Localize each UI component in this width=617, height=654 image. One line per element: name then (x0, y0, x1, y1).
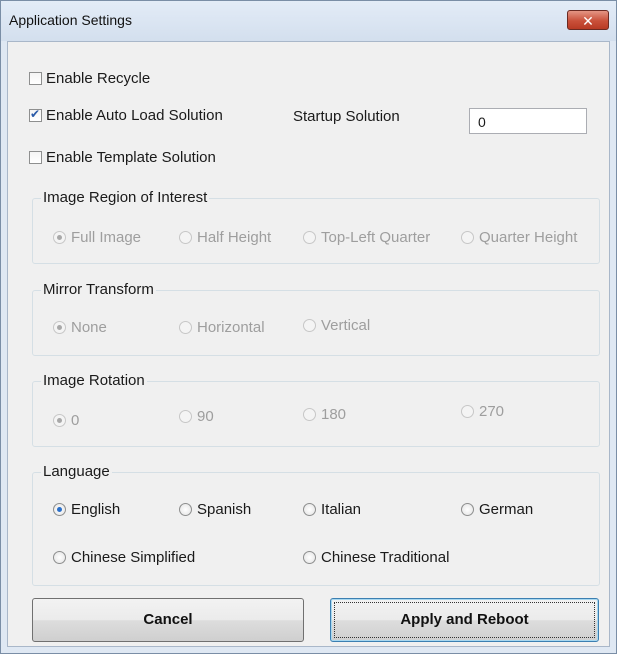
enable-recycle-label: Enable Recycle (46, 70, 151, 87)
radio-button[interactable] (461, 503, 474, 516)
mirror-group-title: Mirror Transform (41, 281, 156, 298)
enable-template-checkbox[interactable]: Enable Template Solution (29, 149, 216, 166)
radio-label: None (71, 319, 107, 336)
apply-and-reboot-button[interactable]: Apply and Reboot (330, 598, 599, 642)
radio-label: 0 (71, 412, 80, 429)
rotation-option-90[interactable]: 90 (179, 408, 214, 425)
window-title: Application Settings (9, 12, 132, 28)
radio-button[interactable] (303, 503, 316, 516)
enable-auto-load-checkbox[interactable]: Enable Auto Load Solution (29, 107, 223, 124)
radio-label: English (71, 501, 121, 518)
language-option-chinese-traditional[interactable]: Chinese Traditional (303, 549, 449, 566)
radio-label: Full Image (71, 229, 142, 246)
title-bar[interactable]: Application Settings ✕ (1, 1, 616, 41)
rotation-option-0[interactable]: 0 (53, 412, 79, 429)
radio-label: 90 (197, 408, 214, 425)
radio-button[interactable] (53, 231, 66, 244)
roi-option-quarter-height[interactable]: Quarter Height (461, 229, 577, 246)
radio-label: Quarter Height (479, 229, 578, 246)
close-button[interactable]: ✕ (567, 10, 609, 30)
checkbox-box[interactable] (29, 151, 42, 164)
roi-option-half-height[interactable]: Half Height (179, 229, 271, 246)
enable-auto-load-label: Enable Auto Load Solution (46, 107, 223, 124)
language-option-english[interactable]: English (53, 501, 120, 518)
rotation-option-270[interactable]: 270 (461, 403, 504, 420)
language-group: Language English Spanish Italian German … (32, 463, 600, 586)
radio-button[interactable] (179, 231, 192, 244)
checkbox-box[interactable] (29, 72, 42, 85)
radio-button[interactable] (179, 321, 192, 334)
rotation-group: Image Rotation 0 90 180 270 (32, 372, 600, 447)
startup-solution-input[interactable]: 0 (469, 108, 587, 134)
radio-label: Horizontal (197, 319, 265, 336)
radio-label: Vertical (321, 317, 371, 334)
language-group-title: Language (41, 463, 112, 480)
rotation-group-title: Image Rotation (41, 372, 147, 389)
apply-and-reboot-label: Apply and Reboot (400, 611, 529, 628)
startup-solution-label: Startup Solution (293, 108, 400, 125)
roi-group-title: Image Region of Interest (41, 189, 210, 206)
dialog-body: Enable Recycle Enable Auto Load Solution… (7, 41, 610, 647)
radio-label: Spanish (197, 501, 252, 518)
language-option-italian[interactable]: Italian (303, 501, 361, 518)
mirror-option-vertical[interactable]: Vertical (303, 317, 370, 334)
radio-button[interactable] (179, 503, 192, 516)
language-option-chinese-simplified[interactable]: Chinese Simplified (53, 549, 195, 566)
mirror-group: Mirror Transform None Horizontal Vertica… (32, 281, 600, 356)
language-option-spanish[interactable]: Spanish (179, 501, 251, 518)
cancel-button[interactable]: Cancel (32, 598, 304, 642)
radio-label: 270 (479, 403, 505, 420)
enable-template-label: Enable Template Solution (46, 149, 216, 166)
radio-label: Italian (321, 501, 362, 518)
checkbox-box[interactable] (29, 107, 42, 122)
mirror-option-none[interactable]: None (53, 319, 107, 336)
radio-button[interactable] (461, 405, 474, 418)
radio-label: Top-Left Quarter (321, 229, 431, 246)
radio-button[interactable] (53, 551, 66, 564)
radio-button[interactable] (303, 319, 316, 332)
radio-label: 180 (321, 406, 347, 423)
radio-label: Half Height (197, 229, 272, 246)
radio-button[interactable] (303, 408, 316, 421)
radio-button[interactable] (303, 231, 316, 244)
radio-button[interactable] (53, 414, 66, 427)
radio-button[interactable] (303, 551, 316, 564)
roi-group: Image Region of Interest Full Image Half… (32, 189, 600, 264)
roi-option-top-left-quarter[interactable]: Top-Left Quarter (303, 229, 430, 246)
roi-option-full-image[interactable]: Full Image (53, 229, 141, 246)
close-icon: ✕ (582, 13, 594, 29)
rotation-option-180[interactable]: 180 (303, 406, 346, 423)
mirror-option-horizontal[interactable]: Horizontal (179, 319, 265, 336)
radio-label: German (479, 501, 534, 518)
language-option-german[interactable]: German (461, 501, 533, 518)
enable-recycle-checkbox[interactable]: Enable Recycle (29, 70, 150, 87)
radio-label: Chinese Traditional (321, 549, 450, 566)
radio-button[interactable] (53, 321, 66, 334)
radio-button[interactable] (53, 503, 66, 516)
radio-button[interactable] (179, 410, 192, 423)
radio-label: Chinese Simplified (71, 549, 196, 566)
radio-button[interactable] (461, 231, 474, 244)
settings-window: Application Settings ✕ Enable Recycle En… (0, 0, 617, 654)
